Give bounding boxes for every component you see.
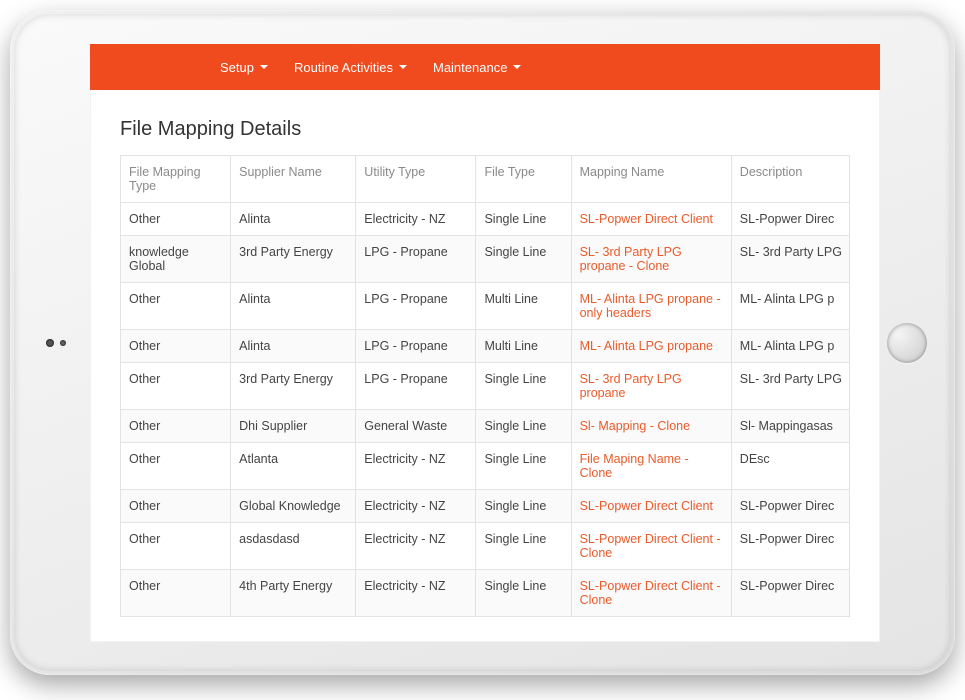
cell-type: Other [121, 443, 231, 490]
cell-file: Single Line [476, 570, 571, 617]
col-file-type: File Type [476, 156, 571, 203]
cell-supplier: Alinta [231, 330, 356, 363]
col-mapping-name: Mapping Name [571, 156, 731, 203]
cell-utility: Electricity - NZ [356, 523, 476, 570]
cell-description: SL-Popwer Direc [731, 203, 849, 236]
cell-mapping-link[interactable]: SL-Popwer Direct Client [571, 203, 731, 236]
file-mapping-table: File Mapping Type Supplier Name Utility … [120, 155, 850, 617]
page-title: File Mapping Details [120, 118, 850, 141]
cell-mapping-link[interactable]: Sl- Mapping - Clone [571, 410, 731, 443]
col-description: Description [731, 156, 849, 203]
table-header-row: File Mapping Type Supplier Name Utility … [121, 156, 850, 203]
cell-description: SL-Popwer Direc [731, 523, 849, 570]
cell-file: Single Line [476, 490, 571, 523]
cell-file: Single Line [476, 410, 571, 443]
nav-label: Setup [220, 60, 254, 75]
nav-label: Routine Activities [294, 60, 393, 75]
cell-description: ML- Alinta LPG p [731, 283, 849, 330]
table-row: OtherDhi SupplierGeneral WasteSingle Lin… [121, 410, 850, 443]
cell-file: Single Line [476, 443, 571, 490]
cell-description: DEsc [731, 443, 849, 490]
cell-type: Other [121, 283, 231, 330]
cell-mapping-link[interactable]: ML- Alinta LPG propane [571, 330, 731, 363]
cell-utility: LPG - Propane [356, 363, 476, 410]
cell-file: Single Line [476, 236, 571, 283]
cell-mapping-link[interactable]: ML- Alinta LPG propane - only headers [571, 283, 731, 330]
chevron-down-icon [399, 65, 407, 69]
cell-type: Other [121, 570, 231, 617]
nav-routine-activities[interactable]: Routine Activities [294, 60, 407, 75]
cell-file: Multi Line [476, 283, 571, 330]
nav-label: Maintenance [433, 60, 507, 75]
cell-mapping-link[interactable]: SL-Popwer Direct Client - Clone [571, 570, 731, 617]
cell-supplier: Alinta [231, 203, 356, 236]
cell-type: Other [121, 523, 231, 570]
cell-utility: LPG - Propane [356, 283, 476, 330]
table-row: OtherAlintaElectricity - NZSingle LineSL… [121, 203, 850, 236]
table-row: Other4th Party EnergyElectricity - NZSin… [121, 570, 850, 617]
cell-supplier: 4th Party Energy [231, 570, 356, 617]
cell-supplier: Dhi Supplier [231, 410, 356, 443]
chevron-down-icon [513, 65, 521, 69]
table-row: Other3rd Party EnergyLPG - PropaneSingle… [121, 363, 850, 410]
cell-mapping-link[interactable]: SL-Popwer Direct Client [571, 490, 731, 523]
table-row: OtherAlintaLPG - PropaneMulti LineML- Al… [121, 283, 850, 330]
cell-mapping-link[interactable]: SL- 3rd Party LPG propane - Clone [571, 236, 731, 283]
cell-utility: Electricity - NZ [356, 490, 476, 523]
main-navbar: Setup Routine Activities Maintenance [90, 44, 880, 90]
cell-type: Other [121, 410, 231, 443]
cell-mapping-link[interactable]: File Maping Name - Clone [571, 443, 731, 490]
cell-type: Other [121, 330, 231, 363]
cell-supplier: Atlanta [231, 443, 356, 490]
cell-mapping-link[interactable]: SL-Popwer Direct Client - Clone [571, 523, 731, 570]
cell-description: Sl- Mappingasas [731, 410, 849, 443]
cell-utility: General Waste [356, 410, 476, 443]
app-screen: Setup Routine Activities Maintenance Fil… [90, 44, 880, 642]
cell-type: Other [121, 490, 231, 523]
cell-utility: Electricity - NZ [356, 203, 476, 236]
nav-setup[interactable]: Setup [220, 60, 268, 75]
tablet-frame: Setup Routine Activities Maintenance Fil… [10, 10, 955, 675]
table-row: OtherAlintaLPG - PropaneMulti LineML- Al… [121, 330, 850, 363]
camera-dot-icon [60, 340, 66, 346]
cell-file: Multi Line [476, 330, 571, 363]
tablet-bezel: Setup Routine Activities Maintenance Fil… [14, 14, 951, 671]
cell-type: Other [121, 363, 231, 410]
cell-supplier: 3rd Party Energy [231, 363, 356, 410]
cell-type: Other [121, 203, 231, 236]
col-supplier-name: Supplier Name [231, 156, 356, 203]
col-file-mapping-type: File Mapping Type [121, 156, 231, 203]
cell-file: Single Line [476, 363, 571, 410]
cell-supplier: asdasdasd [231, 523, 356, 570]
table-row: knowledge Global3rd Party EnergyLPG - Pr… [121, 236, 850, 283]
camera-dot-icon [46, 339, 54, 347]
page-content: File Mapping Details File Mapping Type S… [90, 90, 880, 627]
cell-description: SL- 3rd Party LPG [731, 236, 849, 283]
cell-supplier: 3rd Party Energy [231, 236, 356, 283]
col-utility-type: Utility Type [356, 156, 476, 203]
cell-description: SL-Popwer Direc [731, 570, 849, 617]
cell-supplier: Global Knowledge [231, 490, 356, 523]
cell-description: ML- Alinta LPG p [731, 330, 849, 363]
cell-file: Single Line [476, 523, 571, 570]
cell-type: knowledge Global [121, 236, 231, 283]
tablet-home-button[interactable] [887, 323, 927, 363]
chevron-down-icon [260, 65, 268, 69]
cell-description: SL- 3rd Party LPG [731, 363, 849, 410]
cell-file: Single Line [476, 203, 571, 236]
cell-utility: LPG - Propane [356, 236, 476, 283]
cell-utility: Electricity - NZ [356, 570, 476, 617]
cell-supplier: Alinta [231, 283, 356, 330]
tablet-camera [46, 339, 66, 347]
cell-utility: LPG - Propane [356, 330, 476, 363]
cell-description: SL-Popwer Direc [731, 490, 849, 523]
table-row: OtherGlobal KnowledgeElectricity - NZSin… [121, 490, 850, 523]
cell-utility: Electricity - NZ [356, 443, 476, 490]
cell-mapping-link[interactable]: SL- 3rd Party LPG propane [571, 363, 731, 410]
table-row: OtherAtlantaElectricity - NZSingle LineF… [121, 443, 850, 490]
nav-maintenance[interactable]: Maintenance [433, 60, 521, 75]
table-row: OtherasdasdasdElectricity - NZSingle Lin… [121, 523, 850, 570]
